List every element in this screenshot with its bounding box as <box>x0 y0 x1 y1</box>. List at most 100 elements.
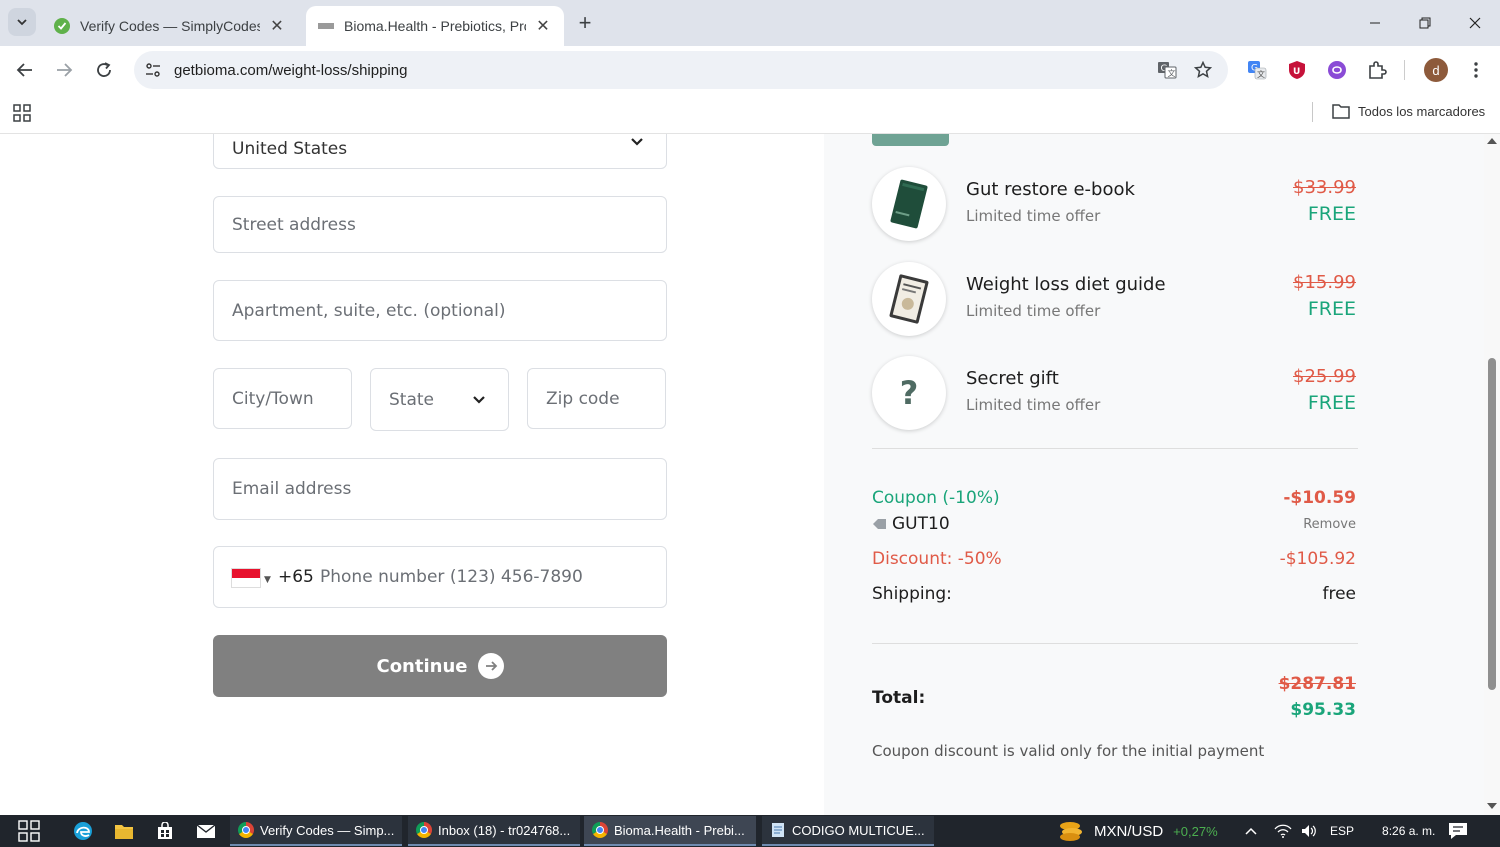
taskbar-app-bioma[interactable]: Bioma.Health - Prebi... <box>584 816 756 846</box>
ebook-thumbnail <box>872 167 946 241</box>
minimize-button[interactable] <box>1350 0 1400 46</box>
coupon-code: GUT10 <box>872 514 950 534</box>
chevron-down-icon <box>473 395 485 404</box>
google-translate-extension-icon[interactable]: G文 <box>1246 59 1268 81</box>
svg-text:文: 文 <box>1257 69 1265 79</box>
chrome-icon <box>238 822 254 838</box>
all-bookmarks-button[interactable]: Todos los marcadores <box>1332 103 1485 119</box>
reload-button[interactable] <box>90 56 118 84</box>
coupon-code-row: GUT10 Remove <box>872 514 1358 538</box>
mail-icon[interactable] <box>194 819 218 843</box>
state-placeholder: State <box>389 389 434 410</box>
translate-icon[interactable]: G文 <box>1156 59 1178 81</box>
tab-title: Verify Codes — SimplyCodes <box>80 18 260 34</box>
page-scrollbar[interactable] <box>1484 134 1500 815</box>
taskbar-app-verify-codes[interactable]: Verify Codes — Simp... <box>230 816 402 846</box>
close-window-button[interactable] <box>1450 0 1500 46</box>
item-price: FREE <box>1307 298 1356 320</box>
taskbar-app-codigo[interactable]: CODIGO MULTICUE... <box>762 816 934 846</box>
discount-amount: -$105.92 <box>1279 549 1356 569</box>
edge-browser-icon[interactable] <box>71 819 95 843</box>
summary-item: Gut restore e-book Limited time offer $3… <box>872 167 1358 243</box>
tab-bioma[interactable]: Bioma.Health - Prebiotics, Probiotics ✕ <box>306 6 564 46</box>
phone-dial-code: +65 <box>278 567 314 587</box>
item-name: Gut restore e-book <box>966 179 1135 200</box>
wifi-icon[interactable] <box>1274 823 1292 839</box>
shipping-value: free <box>1322 584 1356 604</box>
country-select[interactable]: United States <box>213 134 667 169</box>
coupon-row: Coupon (-10%) -$10.59 <box>872 488 1358 512</box>
ublock-shield-icon[interactable]: U <box>1286 59 1308 81</box>
address-bar[interactable]: getbioma.com/weight-loss/shipping G文 <box>134 51 1228 89</box>
page-content: United States Street address Apartment, … <box>0 134 1500 815</box>
currency-coins-icon <box>1060 822 1082 841</box>
tab-verify-codes[interactable]: Verify Codes — SimplyCodes ✕ <box>42 6 298 46</box>
apps-grid-icon[interactable] <box>13 104 31 127</box>
coupon-amount: -$10.59 <box>1283 488 1356 508</box>
arrow-right-circle-icon <box>477 653 504 679</box>
item-old-price: $33.99 <box>1293 177 1356 198</box>
flag-dropdown-caret-icon[interactable]: ▼ <box>264 575 271 585</box>
ticker-widget[interactable]: MXN/USD +0,27% <box>1058 815 1218 847</box>
total-new-price: $95.33 <box>1290 700 1356 720</box>
restore-button[interactable] <box>1400 0 1450 46</box>
tab-title: Bioma.Health - Prebiotics, Probiotics <box>344 18 526 34</box>
taskbar-app-inbox[interactable]: Inbox (18) - tr024768... <box>408 816 580 846</box>
simplycodes-favicon <box>54 18 70 34</box>
item-price: FREE <box>1307 203 1356 225</box>
scrollbar-thumb[interactable] <box>1488 358 1496 690</box>
start-grid-icon[interactable] <box>17 819 41 843</box>
singapore-flag-icon[interactable] <box>231 568 261 588</box>
scroll-down-arrow-icon[interactable] <box>1487 803 1497 809</box>
scroll-up-arrow-icon[interactable] <box>1487 138 1497 144</box>
bookmark-star-icon[interactable] <box>1192 59 1214 81</box>
back-arrow-icon <box>16 63 32 77</box>
tab-search-button[interactable] <box>8 8 36 36</box>
apartment-input[interactable]: Apartment, suite, etc. (optional) <box>213 280 667 341</box>
back-button[interactable] <box>11 56 39 84</box>
close-tab-icon[interactable]: ✕ <box>268 17 286 35</box>
store-icon[interactable] <box>153 819 177 843</box>
coupon-note: Coupon discount is valid only for the in… <box>872 742 1358 762</box>
file-explorer-icon[interactable] <box>112 819 136 843</box>
phone-input[interactable]: ▼ +65 Phone number (123) 456-7890 <box>213 546 667 608</box>
taskbar-app-label: Verify Codes — Simp... <box>260 822 395 838</box>
tab-strip: Verify Codes — SimplyCodes ✕ Bioma.Healt… <box>0 0 1500 46</box>
purple-extension-icon[interactable] <box>1326 59 1348 81</box>
ticker-change: +0,27% <box>1173 823 1218 839</box>
windows-taskbar: Verify Codes — Simp... Inbox (18) - tr02… <box>0 815 1500 847</box>
email-input[interactable]: Email address <box>213 458 667 520</box>
minimize-icon <box>1370 22 1380 24</box>
chevron-up-icon[interactable] <box>1244 826 1258 836</box>
forward-button[interactable] <box>50 56 78 84</box>
phone-placeholder: Phone number (123) 456-7890 <box>320 567 583 587</box>
taskbar-app-label: Bioma.Health - Prebi... <box>614 822 745 838</box>
clock[interactable]: 8:26 a. m. <box>1382 824 1435 838</box>
close-icon <box>1469 17 1481 29</box>
item-subtitle: Limited time offer <box>966 207 1101 225</box>
coupon-label: Coupon (-10%) <box>872 488 1000 508</box>
tag-icon <box>873 519 886 529</box>
taskbar-app-label: Inbox (18) - tr024768... <box>438 822 571 838</box>
new-tab-button[interactable]: + <box>572 10 598 36</box>
summary-item: Weight loss diet guide Limited time offe… <box>872 262 1358 338</box>
volume-icon[interactable] <box>1300 823 1318 839</box>
city-input[interactable]: City/Town <box>213 368 352 429</box>
coupon-remove-link[interactable]: Remove <box>1303 517 1356 532</box>
close-tab-icon[interactable]: ✕ <box>534 17 552 35</box>
continue-button[interactable]: Continue <box>213 635 667 697</box>
total-label: Total: <box>872 688 926 708</box>
language-indicator[interactable]: ESP <box>1330 824 1354 838</box>
notifications-icon[interactable] <box>1446 819 1470 843</box>
street-address-input[interactable]: Street address <box>213 196 667 253</box>
zip-code-input[interactable]: Zip code <box>527 368 666 429</box>
toolbar-separator <box>1404 60 1405 80</box>
state-select[interactable]: State <box>370 368 509 431</box>
browser-menu-icon[interactable] <box>1465 59 1487 81</box>
ticker-label: MXN/USD <box>1094 822 1164 840</box>
item-name: Weight loss diet guide <box>966 274 1166 295</box>
site-settings-icon[interactable] <box>144 61 162 84</box>
extensions-puzzle-icon[interactable] <box>1366 59 1388 81</box>
zip-code-placeholder: Zip code <box>546 388 620 409</box>
profile-avatar[interactable]: d <box>1424 58 1448 82</box>
